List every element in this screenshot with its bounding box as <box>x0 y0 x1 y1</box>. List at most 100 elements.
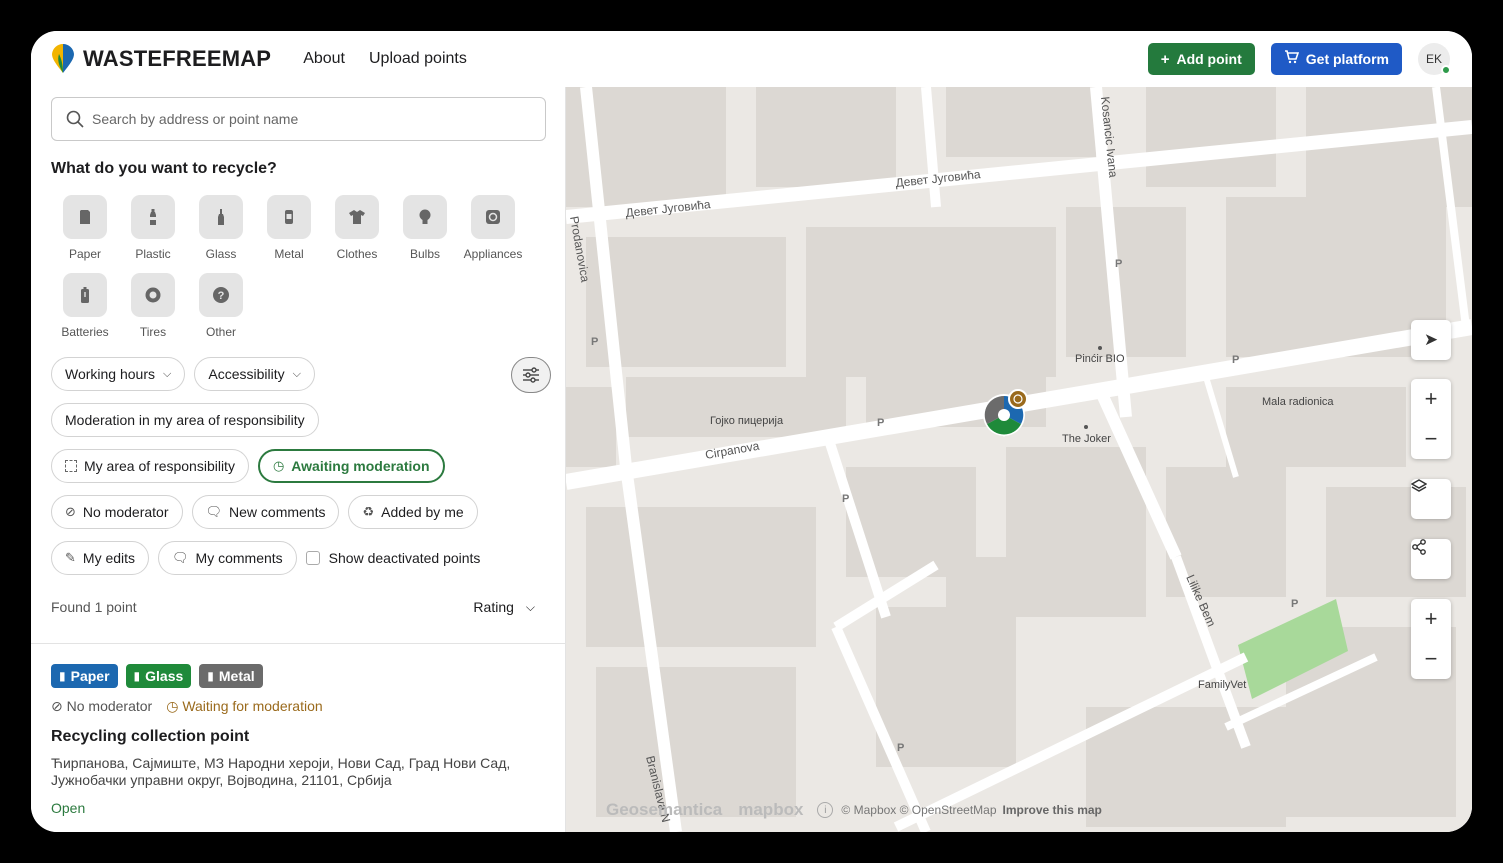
checkbox[interactable] <box>305 551 320 565</box>
zoom-in-button[interactable]: + <box>1411 379 1451 419</box>
layers-control <box>1411 479 1451 519</box>
show-deactivated-label: Show deactivated points <box>328 550 481 566</box>
navigation-arrow-icon: ➤ <box>1423 330 1439 349</box>
svg-text:P: P <box>877 417 884 429</box>
filter-settings-button[interactable] <box>511 357 551 393</box>
search-box <box>51 97 546 141</box>
moderator-status-label: No moderator <box>66 698 153 714</box>
card-status: ⊘ No moderator ◷ Waiting for moderation <box>51 698 546 715</box>
no-moderator-chip[interactable]: ⊘ No moderator <box>51 495 183 529</box>
share-icon <box>1412 539 1426 555</box>
improve-map-link[interactable]: Improve this map <box>1003 803 1102 817</box>
search-input[interactable] <box>92 111 512 127</box>
new-comments-chip[interactable]: 🗨 New comments <box>191 495 340 529</box>
plus-icon: + <box>1160 50 1170 68</box>
nav-upload-points[interactable]: Upload points <box>369 50 467 68</box>
point-address: Ћирпанова, Сајмиште, МЗ Народни хероји, … <box>51 755 511 788</box>
category-label: Tires <box>139 325 167 339</box>
added-by-me-label: Added by me <box>381 504 464 520</box>
svg-text:P: P <box>1115 258 1122 270</box>
no-moderator-icon: ⊘ <box>51 698 67 714</box>
zoom-out-button[interactable]: − <box>1411 639 1451 679</box>
main-nav: About Upload points <box>303 50 491 68</box>
plus-icon: + <box>1424 386 1438 411</box>
top-bar: WASTEFREEMAP About Upload points + Add p… <box>31 31 1472 87</box>
sliders-icon <box>523 367 539 383</box>
minus-icon: − <box>1424 646 1438 671</box>
svg-text:P: P <box>897 742 904 754</box>
point-title: Recycling collection point <box>51 728 250 745</box>
zoom-out-button[interactable]: − <box>1411 419 1451 459</box>
layers-button[interactable] <box>1411 479 1451 519</box>
tag-glass: ▮ Glass <box>125 664 192 688</box>
added-by-me-chip[interactable]: ♻ Added by me <box>348 495 478 529</box>
tshirt-icon <box>349 210 365 224</box>
sort-dropdown[interactable]: Rating ⌵ <box>473 599 535 615</box>
material-tags: ▮ Paper ▮ Glass ▮ Metal <box>51 664 546 688</box>
header-actions: + Add point Get platform EK <box>1147 43 1451 75</box>
working-hours-dropdown[interactable]: Working hours ⌵ <box>51 357 186 391</box>
category-batteries[interactable]: Batteries <box>51 273 119 351</box>
cart-icon <box>1284 50 1299 68</box>
category-other[interactable]: ? Other <box>187 273 255 351</box>
moderation-area-chip[interactable]: Moderation in my area of responsibility <box>51 403 319 437</box>
map-view[interactable]: Девет Југовића Девет Југовића Cirpanova … <box>566 87 1472 832</box>
zoom-in-button[interactable]: + <box>1411 599 1451 639</box>
category-clothes[interactable]: Clothes <box>323 195 391 273</box>
mapbox-logo: mapbox <box>738 800 804 819</box>
category-glass[interactable]: Glass <box>187 195 255 273</box>
nav-about[interactable]: About <box>303 50 345 68</box>
accessibility-dropdown[interactable]: Accessibility ⌵ <box>194 357 315 391</box>
poi-label: The Joker <box>1062 433 1111 445</box>
category-tires[interactable]: Tires <box>119 273 187 351</box>
add-point-label: Add point <box>1176 51 1242 67</box>
share-control <box>1411 539 1451 579</box>
layers-icon <box>1411 479 1427 492</box>
chevron-down-icon: ⌵ <box>525 599 535 614</box>
avatar-initials: EK <box>1425 52 1442 66</box>
filter-chips: Working hours ⌵ Accessibility ⌵ Moderati… <box>51 357 551 587</box>
brand-name: WASTEFREEMAP <box>83 46 272 71</box>
show-deactivated-toggle[interactable]: Show deactivated points <box>305 550 481 566</box>
add-point-button[interactable]: + Add point <box>1147 43 1255 75</box>
my-edits-chip[interactable]: ✎ My edits <box>51 541 150 575</box>
comment-icon: 🗨 <box>205 504 223 519</box>
recycle-icon: ♻ <box>362 504 375 519</box>
moderation-area-label: Moderation in my area of responsibility <box>65 412 305 428</box>
category-label: Bulbs <box>409 247 441 261</box>
logo[interactable]: WASTEFREEMAP <box>51 44 271 74</box>
category-label: Metal <box>274 247 304 261</box>
bulb-icon <box>419 209 431 224</box>
app-window: WASTEFREEMAP About Upload points + Add p… <box>31 31 1472 832</box>
get-platform-button[interactable]: Get platform <box>1270 43 1402 75</box>
category-label: Glass <box>205 247 237 261</box>
category-paper[interactable]: Paper <box>51 195 119 273</box>
svg-text:P: P <box>1291 598 1298 610</box>
map-credits[interactable]: © Mapbox © OpenStreetMap <box>841 803 996 817</box>
locate-button[interactable]: ➤ <box>1411 320 1451 360</box>
my-edits-label: My edits <box>82 550 136 566</box>
paper-icon: ▮ <box>59 669 66 683</box>
sort-label: Rating <box>473 599 514 615</box>
online-status-dot <box>1441 65 1451 75</box>
category-bulbs[interactable]: Bulbs <box>391 195 459 273</box>
share-button[interactable] <box>1411 539 1451 579</box>
user-avatar[interactable]: EK <box>1418 43 1451 75</box>
category-metal[interactable]: Metal <box>255 195 323 273</box>
opening-status: Open <box>51 800 86 816</box>
result-card[interactable]: ▮ Paper ▮ Glass ▮ Metal ⊘ No moderator ◷ Wa… <box>51 664 546 816</box>
awaiting-moderation-chip[interactable]: ◷ Awaiting moderation <box>257 449 445 483</box>
category-appliances[interactable]: Appliances <box>459 195 527 273</box>
my-area-chip[interactable]: My area of responsibility <box>51 449 249 483</box>
category-label: Appliances <box>463 247 523 261</box>
metal-can-icon <box>285 210 293 224</box>
minus-icon: − <box>1424 426 1438 451</box>
my-comments-chip[interactable]: 🗨 My comments <box>158 541 297 575</box>
category-plastic[interactable]: Plastic <box>119 195 187 273</box>
clock-icon: ◷ <box>166 698 183 714</box>
edit-icon: ✎ <box>65 550 76 565</box>
tag-label: Metal <box>218 668 255 684</box>
moderator-status: ⊘ No moderator <box>51 698 152 715</box>
map-canvas[interactable]: Девет Југовића Девет Југовића Cirpanova … <box>566 87 1472 832</box>
info-icon[interactable]: i <box>817 802 834 818</box>
